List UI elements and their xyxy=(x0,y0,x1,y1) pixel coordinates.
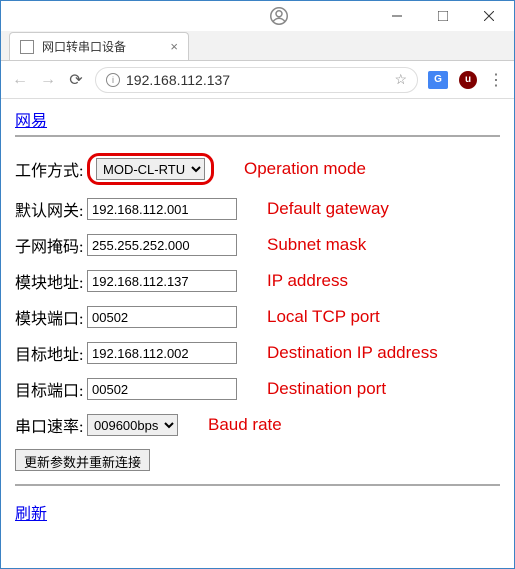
operation-mode-select[interactable]: MOD-CL-RTU xyxy=(96,158,205,180)
lport-annotation: Local TCP port xyxy=(267,307,380,327)
tab-favicon xyxy=(20,40,34,54)
ip-address-input[interactable] xyxy=(87,270,237,292)
divider xyxy=(15,135,500,137)
dport-annotation: Destination port xyxy=(267,379,386,399)
address-bar[interactable]: i 192.168.112.137 ☆ xyxy=(95,67,418,93)
lport-label: 模块端口: xyxy=(15,305,87,329)
translate-extension-icon[interactable]: G xyxy=(428,70,448,90)
browser-tabbar: 网口转串口设备 × xyxy=(1,31,514,61)
reload-button[interactable]: ⟳ xyxy=(67,70,85,90)
gateway-label: 默认网关: xyxy=(15,197,87,221)
dport-label: 目标端口: xyxy=(15,377,87,401)
site-info-icon[interactable]: i xyxy=(106,73,120,87)
divider xyxy=(15,484,500,486)
url-text: 192.168.112.137 xyxy=(126,72,394,88)
tab-close-icon[interactable]: × xyxy=(170,39,178,54)
update-reconnect-button[interactable]: 更新参数并重新连接 xyxy=(15,449,150,471)
tab-title: 网口转串口设备 xyxy=(42,38,162,55)
back-button[interactable]: ← xyxy=(11,71,29,89)
window-titlebar xyxy=(1,1,514,31)
browser-menu-button[interactable]: ⋮ xyxy=(488,70,504,90)
baud-label: 串口速率: xyxy=(15,413,87,437)
browser-tab[interactable]: 网口转串口设备 × xyxy=(9,32,189,60)
user-profile-icon[interactable] xyxy=(264,1,294,31)
ublock-extension-icon[interactable]: u xyxy=(458,70,478,90)
subnet-mask-input[interactable] xyxy=(87,234,237,256)
mode-label: 工作方式: xyxy=(15,157,87,181)
mode-annotation: Operation mode xyxy=(244,159,366,179)
netease-link[interactable]: 网易 xyxy=(15,113,47,130)
gateway-annotation: Default gateway xyxy=(267,199,389,219)
page-content: 网易 工作方式: MOD-CL-RTU Operation mode 默认网关:… xyxy=(1,99,514,532)
maximize-button[interactable] xyxy=(420,1,466,31)
minimize-button[interactable] xyxy=(374,1,420,31)
bookmark-star-icon[interactable]: ☆ xyxy=(394,71,407,88)
close-button[interactable] xyxy=(466,1,512,31)
destination-port-input[interactable] xyxy=(87,378,237,400)
mask-annotation: Subnet mask xyxy=(267,235,366,255)
destination-ip-input[interactable] xyxy=(87,342,237,364)
forward-button[interactable]: → xyxy=(39,71,57,89)
dip-label: 目标地址: xyxy=(15,341,87,365)
refresh-link[interactable]: 刷新 xyxy=(15,506,47,523)
mask-label: 子网掩码: xyxy=(15,233,87,257)
ip-annotation: IP address xyxy=(267,271,348,291)
dip-annotation: Destination IP address xyxy=(267,343,438,363)
default-gateway-input[interactable] xyxy=(87,198,237,220)
browser-toolbar: ← → ⟳ i 192.168.112.137 ☆ G u ⋮ xyxy=(1,61,514,99)
ip-label: 模块地址: xyxy=(15,269,87,293)
baud-annotation: Baud rate xyxy=(208,415,282,435)
mode-highlight: MOD-CL-RTU xyxy=(87,153,214,185)
local-port-input[interactable] xyxy=(87,306,237,328)
baud-rate-select[interactable]: 009600bps xyxy=(87,414,178,436)
